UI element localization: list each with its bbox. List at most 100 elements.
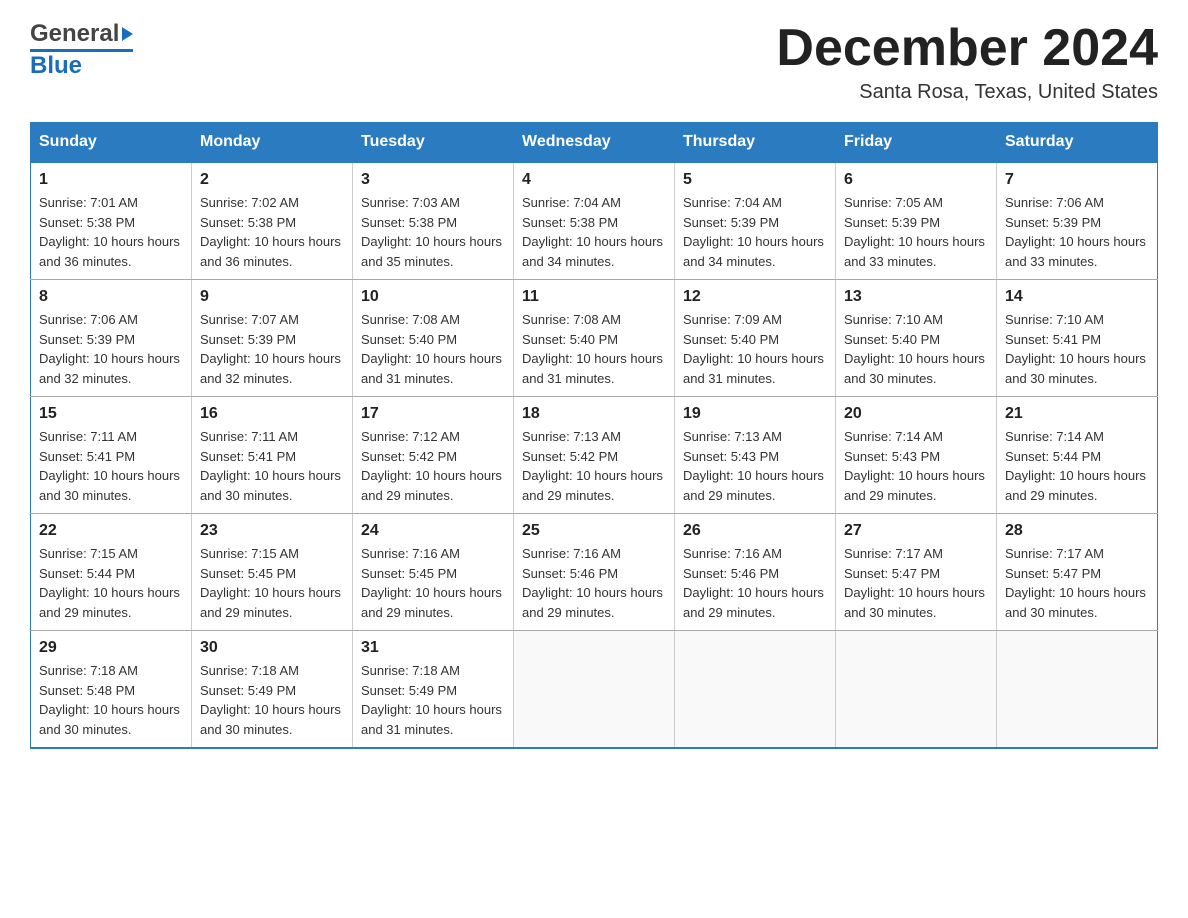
calendar-cell: 21 Sunrise: 7:14 AMSunset: 5:44 PMDaylig… (997, 397, 1158, 514)
header-friday: Friday (836, 123, 997, 163)
calendar-cell: 2 Sunrise: 7:02 AMSunset: 5:38 PMDayligh… (192, 162, 353, 280)
day-info: Sunrise: 7:16 AMSunset: 5:45 PMDaylight:… (361, 544, 505, 622)
calendar-cell: 14 Sunrise: 7:10 AMSunset: 5:41 PMDaylig… (997, 280, 1158, 397)
calendar-cell: 4 Sunrise: 7:04 AMSunset: 5:38 PMDayligh… (514, 162, 675, 280)
day-number: 8 (39, 288, 183, 306)
day-info: Sunrise: 7:06 AMSunset: 5:39 PMDaylight:… (1005, 193, 1149, 271)
day-info: Sunrise: 7:11 AMSunset: 5:41 PMDaylight:… (39, 427, 183, 505)
calendar-cell: 1 Sunrise: 7:01 AMSunset: 5:38 PMDayligh… (31, 162, 192, 280)
day-number: 17 (361, 405, 505, 423)
calendar-cell (997, 631, 1158, 749)
day-number: 30 (200, 639, 344, 657)
calendar-cell (675, 631, 836, 749)
day-number: 3 (361, 171, 505, 189)
calendar-cell: 25 Sunrise: 7:16 AMSunset: 5:46 PMDaylig… (514, 514, 675, 631)
day-info: Sunrise: 7:13 AMSunset: 5:43 PMDaylight:… (683, 427, 827, 505)
calendar-cell: 13 Sunrise: 7:10 AMSunset: 5:40 PMDaylig… (836, 280, 997, 397)
calendar-cell: 24 Sunrise: 7:16 AMSunset: 5:45 PMDaylig… (353, 514, 514, 631)
day-number: 22 (39, 522, 183, 540)
header-wednesday: Wednesday (514, 123, 675, 163)
calendar-cell: 18 Sunrise: 7:13 AMSunset: 5:42 PMDaylig… (514, 397, 675, 514)
day-number: 2 (200, 171, 344, 189)
calendar-cell: 10 Sunrise: 7:08 AMSunset: 5:40 PMDaylig… (353, 280, 514, 397)
day-info: Sunrise: 7:14 AMSunset: 5:44 PMDaylight:… (1005, 427, 1149, 505)
calendar-cell (514, 631, 675, 749)
day-info: Sunrise: 7:07 AMSunset: 5:39 PMDaylight:… (200, 310, 344, 388)
day-info: Sunrise: 7:06 AMSunset: 5:39 PMDaylight:… (39, 310, 183, 388)
day-info: Sunrise: 7:04 AMSunset: 5:39 PMDaylight:… (683, 193, 827, 271)
day-number: 7 (1005, 171, 1149, 189)
day-info: Sunrise: 7:15 AMSunset: 5:45 PMDaylight:… (200, 544, 344, 622)
day-info: Sunrise: 7:17 AMSunset: 5:47 PMDaylight:… (1005, 544, 1149, 622)
day-number: 6 (844, 171, 988, 189)
logo-blue-text: Blue (30, 52, 82, 80)
logo-arrow-icon (122, 27, 133, 41)
day-info: Sunrise: 7:14 AMSunset: 5:43 PMDaylight:… (844, 427, 988, 505)
week-row-5: 29 Sunrise: 7:18 AMSunset: 5:48 PMDaylig… (31, 631, 1158, 749)
day-number: 14 (1005, 288, 1149, 306)
calendar-cell: 16 Sunrise: 7:11 AMSunset: 5:41 PMDaylig… (192, 397, 353, 514)
calendar-cell: 17 Sunrise: 7:12 AMSunset: 5:42 PMDaylig… (353, 397, 514, 514)
day-info: Sunrise: 7:03 AMSunset: 5:38 PMDaylight:… (361, 193, 505, 271)
day-number: 1 (39, 171, 183, 189)
day-number: 9 (200, 288, 344, 306)
calendar-cell: 27 Sunrise: 7:17 AMSunset: 5:47 PMDaylig… (836, 514, 997, 631)
day-info: Sunrise: 7:11 AMSunset: 5:41 PMDaylight:… (200, 427, 344, 505)
day-number: 28 (1005, 522, 1149, 540)
day-info: Sunrise: 7:16 AMSunset: 5:46 PMDaylight:… (683, 544, 827, 622)
calendar-cell: 12 Sunrise: 7:09 AMSunset: 5:40 PMDaylig… (675, 280, 836, 397)
day-info: Sunrise: 7:01 AMSunset: 5:38 PMDaylight:… (39, 193, 183, 271)
day-number: 26 (683, 522, 827, 540)
day-number: 16 (200, 405, 344, 423)
day-number: 10 (361, 288, 505, 306)
calendar-title: December 2024 (776, 20, 1158, 77)
day-info: Sunrise: 7:12 AMSunset: 5:42 PMDaylight:… (361, 427, 505, 505)
calendar-cell: 9 Sunrise: 7:07 AMSunset: 5:39 PMDayligh… (192, 280, 353, 397)
calendar-cell: 28 Sunrise: 7:17 AMSunset: 5:47 PMDaylig… (997, 514, 1158, 631)
day-number: 11 (522, 288, 666, 306)
day-number: 4 (522, 171, 666, 189)
calendar-cell: 11 Sunrise: 7:08 AMSunset: 5:40 PMDaylig… (514, 280, 675, 397)
calendar-cell: 23 Sunrise: 7:15 AMSunset: 5:45 PMDaylig… (192, 514, 353, 631)
day-info: Sunrise: 7:18 AMSunset: 5:48 PMDaylight:… (39, 661, 183, 739)
calendar-cell: 8 Sunrise: 7:06 AMSunset: 5:39 PMDayligh… (31, 280, 192, 397)
day-info: Sunrise: 7:13 AMSunset: 5:42 PMDaylight:… (522, 427, 666, 505)
header-tuesday: Tuesday (353, 123, 514, 163)
day-number: 24 (361, 522, 505, 540)
calendar-cell: 6 Sunrise: 7:05 AMSunset: 5:39 PMDayligh… (836, 162, 997, 280)
day-info: Sunrise: 7:02 AMSunset: 5:38 PMDaylight:… (200, 193, 344, 271)
day-number: 12 (683, 288, 827, 306)
calendar-cell: 30 Sunrise: 7:18 AMSunset: 5:49 PMDaylig… (192, 631, 353, 749)
day-number: 20 (844, 405, 988, 423)
calendar-cell (836, 631, 997, 749)
day-info: Sunrise: 7:10 AMSunset: 5:41 PMDaylight:… (1005, 310, 1149, 388)
calendar-cell: 31 Sunrise: 7:18 AMSunset: 5:49 PMDaylig… (353, 631, 514, 749)
calendar-cell: 22 Sunrise: 7:15 AMSunset: 5:44 PMDaylig… (31, 514, 192, 631)
day-number: 31 (361, 639, 505, 657)
title-area: December 2024 Santa Rosa, Texas, United … (776, 20, 1158, 104)
calendar-subtitle: Santa Rosa, Texas, United States (776, 81, 1158, 104)
day-number: 21 (1005, 405, 1149, 423)
header-thursday: Thursday (675, 123, 836, 163)
calendar-header-row: SundayMondayTuesdayWednesdayThursdayFrid… (31, 123, 1158, 163)
week-row-3: 15 Sunrise: 7:11 AMSunset: 5:41 PMDaylig… (31, 397, 1158, 514)
day-number: 5 (683, 171, 827, 189)
calendar-cell: 7 Sunrise: 7:06 AMSunset: 5:39 PMDayligh… (997, 162, 1158, 280)
page-header: General Blue December 2024 Santa Rosa, T… (30, 20, 1158, 104)
day-number: 27 (844, 522, 988, 540)
calendar-table: SundayMondayTuesdayWednesdayThursdayFrid… (30, 122, 1158, 749)
day-number: 25 (522, 522, 666, 540)
day-info: Sunrise: 7:10 AMSunset: 5:40 PMDaylight:… (844, 310, 988, 388)
day-number: 18 (522, 405, 666, 423)
week-row-4: 22 Sunrise: 7:15 AMSunset: 5:44 PMDaylig… (31, 514, 1158, 631)
day-info: Sunrise: 7:17 AMSunset: 5:47 PMDaylight:… (844, 544, 988, 622)
week-row-2: 8 Sunrise: 7:06 AMSunset: 5:39 PMDayligh… (31, 280, 1158, 397)
week-row-1: 1 Sunrise: 7:01 AMSunset: 5:38 PMDayligh… (31, 162, 1158, 280)
day-number: 19 (683, 405, 827, 423)
day-info: Sunrise: 7:16 AMSunset: 5:46 PMDaylight:… (522, 544, 666, 622)
calendar-cell: 5 Sunrise: 7:04 AMSunset: 5:39 PMDayligh… (675, 162, 836, 280)
header-monday: Monday (192, 123, 353, 163)
logo-general-text: General (30, 20, 119, 48)
day-info: Sunrise: 7:18 AMSunset: 5:49 PMDaylight:… (361, 661, 505, 739)
calendar-cell: 29 Sunrise: 7:18 AMSunset: 5:48 PMDaylig… (31, 631, 192, 749)
